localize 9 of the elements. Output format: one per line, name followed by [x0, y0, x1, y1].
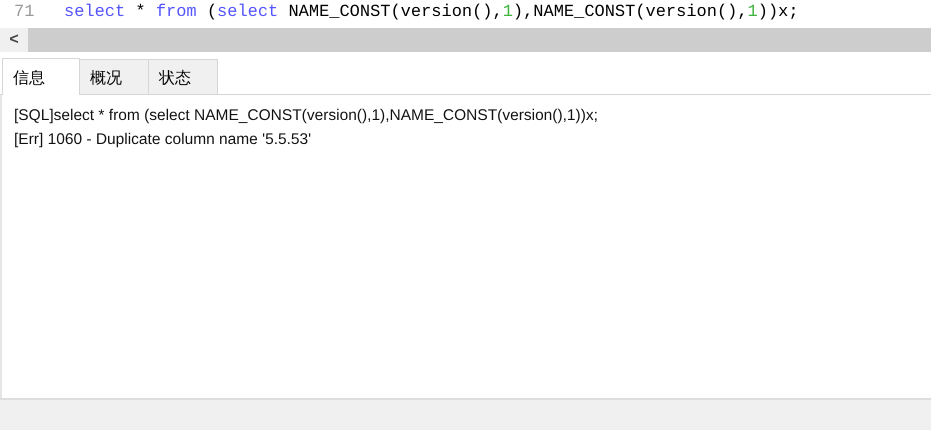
scroll-left-button[interactable]: < — [0, 28, 28, 52]
line-number: 71 — [13, 2, 36, 24]
tab[interactable]: 状态 — [148, 59, 218, 94]
horizontal-scrollbar[interactable]: < — [0, 28, 931, 52]
tab[interactable]: 概况 — [79, 59, 149, 94]
message-line: [Err] 1060 - Duplicate column name '5.5.53' — [14, 130, 312, 150]
code-line: select * from (select NAME_CONST(version(),1),NAME_CONST(version(),1))x; — [64, 2, 799, 24]
tab[interactable]: 信息 — [2, 58, 80, 95]
message-line: [SQL]select * from (select NAME_CONST(version(),1),NAME_CONST(version(),1))x; — [14, 106, 599, 126]
